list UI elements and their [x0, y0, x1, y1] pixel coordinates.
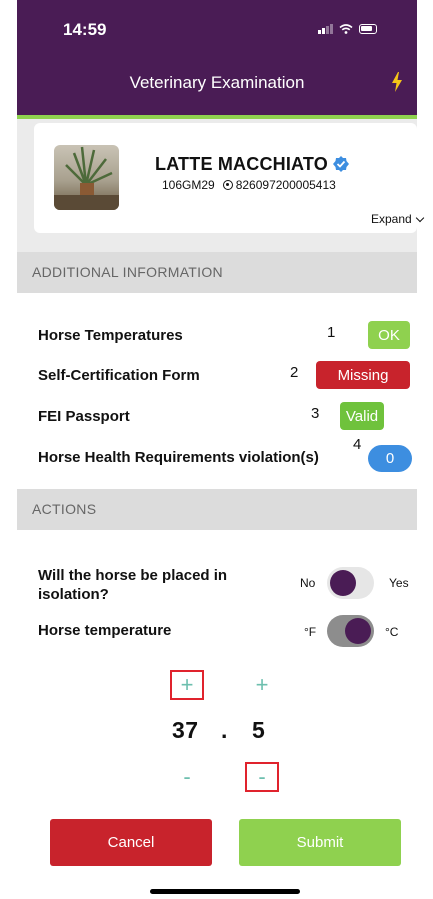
row-number: 1 [327, 324, 336, 341]
home-indicator[interactable] [150, 889, 300, 894]
isolation-question: Will the horse be placed in isolation? [38, 567, 228, 603]
status-badge-ok[interactable]: OK [368, 321, 410, 349]
status-badge-valid[interactable]: Valid [340, 402, 384, 430]
additional-info-section: Horse Temperatures 1 OK Self-Certificati… [17, 293, 417, 489]
row-number: 3 [311, 405, 320, 422]
violations-count-badge[interactable]: 0 [368, 445, 412, 472]
horse-card: LATTE MACCHIATO 106GM29 826097200005413 … [34, 123, 424, 233]
isolation-yes-label: Yes [389, 576, 409, 590]
unit-fahrenheit-label: °F [304, 625, 317, 639]
horse-name: LATTE MACCHIATO [155, 154, 328, 174]
app-header: 14:59 Veterinary Examination [17, 0, 417, 115]
page-title: Veterinary Examination [129, 73, 305, 92]
temp-decimal-decrement-button[interactable]: - [245, 762, 279, 792]
temp-integer-decrement-button[interactable]: - [170, 762, 204, 792]
microchip-icon [222, 180, 233, 190]
temp-decimal-value: 5 [252, 717, 266, 743]
signal-icon [318, 24, 333, 34]
info-row-label: Horse Temperatures [38, 326, 183, 344]
horse-chip: 826097200005413 [222, 178, 336, 192]
isolation-toggle[interactable] [327, 567, 374, 599]
temp-decimal-increment-button[interactable]: + [245, 670, 279, 700]
horse-code: 106GM29 [162, 178, 215, 192]
wifi-icon [339, 24, 353, 34]
expand-label: Expand [371, 212, 412, 226]
verified-badge-icon [333, 156, 349, 172]
info-row-label: Self-Certification Form [38, 366, 200, 384]
info-row-label: FEI Passport [38, 407, 130, 425]
battery-icon [359, 24, 377, 34]
toggle-knob [345, 618, 371, 644]
chevron-down-icon [415, 213, 424, 222]
isolation-no-label: No [300, 576, 316, 590]
temperature-label: Horse temperature [38, 622, 172, 639]
toggle-knob [330, 570, 356, 596]
info-row-self-certification: Self-Certification Form [38, 363, 200, 387]
row-number: 4 [353, 436, 362, 453]
info-row-temperatures: Horse Temperatures [38, 323, 183, 347]
info-row-health-violations: Horse Health Requirements violation(s) [38, 445, 319, 469]
info-row-fei-passport: FEI Passport [38, 404, 130, 428]
status-icons [318, 24, 377, 34]
status-time: 14:59 [63, 20, 107, 39]
temp-separator: . [221, 717, 228, 743]
actions-heading: ACTIONS [17, 489, 417, 530]
content-area: LATTE MACCHIATO 106GM29 826097200005413 … [17, 119, 424, 899]
lightning-bolt-icon[interactable] [390, 72, 404, 92]
status-badge-missing[interactable]: Missing [316, 361, 410, 389]
horse-photo [54, 145, 119, 210]
unit-celsius-label: °C [385, 625, 399, 639]
horse-chip-number: 826097200005413 [235, 178, 336, 192]
expand-button[interactable]: Expand [371, 212, 424, 226]
temp-integer-increment-button[interactable]: + [170, 670, 204, 700]
cancel-button[interactable]: Cancel [50, 819, 212, 866]
temperature-unit-toggle[interactable] [327, 615, 374, 647]
temp-integer-value: 37 [172, 717, 199, 743]
submit-button[interactable]: Submit [239, 819, 401, 866]
horse-identifiers: 106GM29 826097200005413 [162, 178, 336, 192]
info-row-label: Horse Health Requirements violation(s) [38, 448, 319, 466]
additional-info-heading: ADDITIONAL INFORMATION [17, 252, 417, 293]
row-number: 2 [290, 364, 299, 381]
